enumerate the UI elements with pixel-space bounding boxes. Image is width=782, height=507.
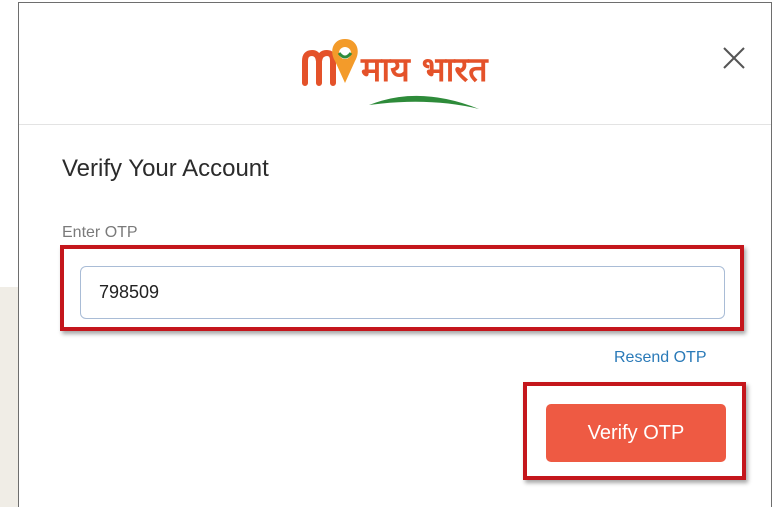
verify-otp-button[interactable]: Verify OTP [546,404,726,462]
logo-swoosh-icon [369,95,479,109]
otp-label: Enter OTP [62,224,138,241]
close-icon [723,47,745,69]
modal-title: Verify Your Account [62,155,269,182]
close-button[interactable] [721,45,747,71]
resend-otp-link[interactable]: Resend OTP [614,349,706,367]
otp-input[interactable] [80,266,725,319]
modal-header: माय भारत [19,3,771,125]
my-bharat-logo: माय भारत [299,31,499,111]
